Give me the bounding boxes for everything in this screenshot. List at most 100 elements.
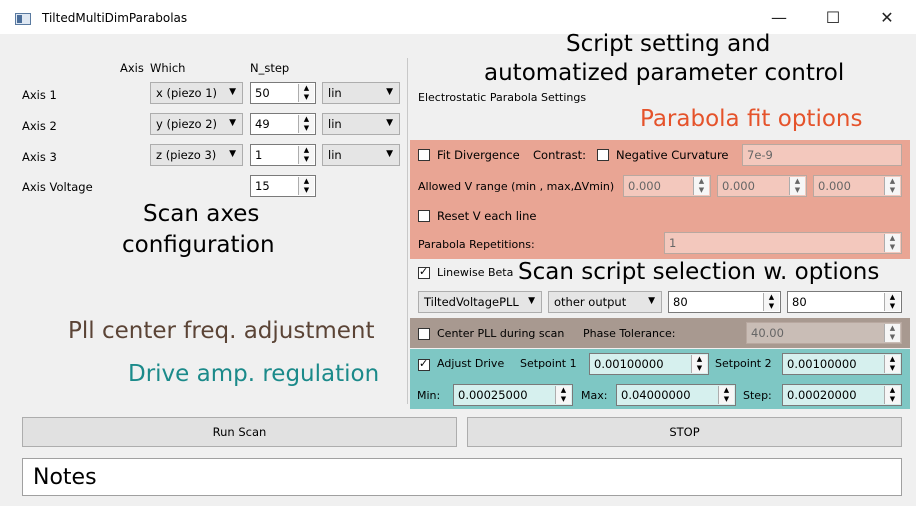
spin-arrows-icon[interactable]: ▲ ▼ bbox=[884, 234, 900, 252]
window-title: TiltedMultiDimParabolas bbox=[42, 11, 188, 25]
header-nstep: N_step bbox=[250, 61, 290, 75]
annotation-configuration: configuration bbox=[122, 232, 275, 258]
annotation-automatized: automatized parameter control bbox=[484, 60, 845, 86]
v-min-spinbox[interactable]: 0.000 ▲ ▼ bbox=[623, 175, 711, 197]
output-select[interactable]: other output ▼ bbox=[548, 291, 662, 313]
header-which: Which bbox=[150, 61, 186, 75]
negative-curvature-checkbox[interactable] bbox=[597, 148, 609, 161]
script-select-value: TiltedVoltagePLL bbox=[424, 295, 519, 309]
reset-v-checkbox[interactable] bbox=[418, 209, 430, 222]
chevron-down-icon: ▼ bbox=[386, 149, 393, 159]
contrast-label: Contrast: bbox=[533, 148, 587, 162]
setpoint-1-spinbox[interactable]: 0.00100000 ▲ ▼ bbox=[589, 353, 709, 375]
max-label: Max: bbox=[581, 389, 608, 402]
v-delta-value: 0.000 bbox=[818, 179, 851, 193]
spin-arrows-icon[interactable]: ▲ ▼ bbox=[789, 177, 805, 195]
spin-arrows-icon[interactable]: ▲ ▼ bbox=[763, 293, 779, 311]
axis-2-which-select[interactable]: y (piezo 2) ▼ bbox=[150, 113, 243, 135]
axis-3-nstep-spinbox[interactable]: 1 ▲ ▼ bbox=[250, 144, 316, 166]
output-select-value: other output bbox=[554, 295, 627, 309]
max-spinbox[interactable]: 0.04000000 ▲ ▼ bbox=[616, 384, 736, 406]
annotation-script-setting: Script setting and bbox=[566, 31, 771, 57]
axis-2-mode-value: lin bbox=[328, 117, 342, 131]
setpoint-2-label: Setpoint 2 bbox=[715, 357, 772, 370]
spin-arrows-icon[interactable]: ▲ ▼ bbox=[298, 84, 314, 102]
axis-3-which-value: z (piezo 3) bbox=[156, 148, 217, 162]
negative-curvature-label: Negative Curvature bbox=[616, 148, 729, 162]
run-scan-button[interactable]: Run Scan bbox=[22, 417, 457, 447]
spin-arrows-icon[interactable]: ▲ ▼ bbox=[718, 386, 734, 404]
script-select[interactable]: TiltedVoltagePLL ▼ bbox=[418, 291, 542, 313]
spin-arrows-icon[interactable]: ▲ ▼ bbox=[298, 115, 314, 133]
spin-arrows-icon[interactable]: ▲ ▼ bbox=[693, 177, 709, 195]
axis-1-mode-value: lin bbox=[328, 86, 342, 100]
stop-button[interactable]: STOP bbox=[467, 417, 902, 447]
spin-arrows-icon[interactable]: ▲ ▼ bbox=[884, 324, 900, 342]
phase-tolerance-label: Phase Tolerance: bbox=[583, 327, 676, 340]
chevron-down-icon: ▼ bbox=[386, 118, 393, 128]
v-max-spinbox[interactable]: 0.000 ▲ ▼ bbox=[717, 175, 807, 197]
curvature-input[interactable]: 7e-9 bbox=[742, 144, 902, 166]
adjust-drive-label: Adjust Drive bbox=[437, 357, 505, 370]
axis-2-mode-select[interactable]: lin ▼ bbox=[322, 113, 400, 135]
v-min-value: 0.000 bbox=[628, 179, 661, 193]
axis-voltage-spinbox[interactable]: 15 ▲ ▼ bbox=[250, 175, 316, 197]
fit-divergence-checkbox[interactable] bbox=[418, 148, 430, 161]
axis-2-label: Axis 2 bbox=[22, 119, 57, 133]
axis-2-nstep-spinbox[interactable]: 49 ▲ ▼ bbox=[250, 113, 316, 135]
chevron-down-icon: ▼ bbox=[648, 296, 655, 306]
parabola-reps-label: Parabola Repetitions: bbox=[418, 238, 535, 251]
chevron-down-icon: ▼ bbox=[229, 118, 236, 128]
axis-3-mode-select[interactable]: lin ▼ bbox=[322, 144, 400, 166]
minimize-button[interactable]: — bbox=[756, 0, 802, 34]
linewise-beta-checkbox[interactable] bbox=[418, 265, 430, 279]
parabola-reps-spinbox[interactable]: 1 ▲ ▼ bbox=[664, 232, 902, 254]
spin-arrows-icon[interactable]: ▲ ▼ bbox=[884, 177, 900, 195]
allowed-v-range-label: Allowed V range (min , max,ΔVmin) bbox=[418, 180, 615, 193]
center-pll-checkbox[interactable] bbox=[418, 327, 430, 340]
axis-3-label: Axis 3 bbox=[22, 150, 57, 164]
axis-3-which-select[interactable]: z (piezo 3) ▼ bbox=[150, 144, 243, 166]
notes-field[interactable]: Notes bbox=[22, 458, 902, 496]
chevron-down-icon: ▼ bbox=[386, 87, 393, 97]
v-max-value: 0.000 bbox=[722, 179, 755, 193]
step-label: Step: bbox=[743, 389, 772, 402]
close-button[interactable]: ✕ bbox=[864, 0, 910, 34]
axis-2-nstep-value: 49 bbox=[255, 117, 270, 131]
splitter-handle[interactable] bbox=[407, 58, 408, 404]
axis-1-which-value: x (piezo 1) bbox=[156, 86, 218, 100]
step-spinbox[interactable]: 0.00020000 ▲ ▼ bbox=[782, 384, 902, 406]
center-pll-label: Center PLL during scan bbox=[437, 327, 565, 340]
v-delta-spinbox[interactable]: 0.000 ▲ ▼ bbox=[813, 175, 902, 197]
spin-arrows-icon[interactable]: ▲ ▼ bbox=[884, 386, 900, 404]
min-spinbox[interactable]: 0.00025000 ▲ ▼ bbox=[453, 384, 573, 406]
setpoint-1-label: Setpoint 1 bbox=[520, 357, 577, 370]
setpoint-1-value: 0.00100000 bbox=[594, 357, 664, 371]
spin-arrows-icon[interactable]: ▲ ▼ bbox=[884, 355, 900, 373]
spin-arrows-icon[interactable]: ▲ ▼ bbox=[691, 355, 707, 373]
phase-tolerance-spinbox[interactable]: 40.00 ▲ ▼ bbox=[746, 322, 902, 344]
script-param-a-spinbox[interactable]: 80 ▲ ▼ bbox=[668, 291, 781, 313]
axis-3-mode-value: lin bbox=[328, 148, 342, 162]
axis-voltage-value: 15 bbox=[255, 179, 270, 193]
spin-arrows-icon[interactable]: ▲ ▼ bbox=[884, 293, 900, 311]
min-label: Min: bbox=[417, 389, 441, 402]
app-window-icon bbox=[15, 13, 31, 25]
adjust-drive-checkbox[interactable] bbox=[418, 357, 430, 371]
script-param-b-value: 80 bbox=[792, 295, 807, 309]
maximize-button[interactable]: ☐ bbox=[810, 0, 856, 34]
axis-1-which-select[interactable]: x (piezo 1) ▼ bbox=[150, 82, 243, 104]
curvature-value: 7e-9 bbox=[747, 148, 773, 162]
reset-v-label: Reset V each line bbox=[437, 209, 537, 223]
annotation-drive-amp: Drive amp. regulation bbox=[128, 361, 380, 387]
script-param-b-spinbox[interactable]: 80 ▲ ▼ bbox=[787, 291, 902, 313]
spin-arrows-icon[interactable]: ▲ ▼ bbox=[298, 177, 314, 195]
spin-arrows-icon[interactable]: ▲ ▼ bbox=[555, 386, 571, 404]
axis-1-label: Axis 1 bbox=[22, 88, 57, 102]
axis-1-nstep-spinbox[interactable]: 50 ▲ ▼ bbox=[250, 82, 316, 104]
header-axis: Axis bbox=[120, 61, 144, 75]
setpoint-2-spinbox[interactable]: 0.00100000 ▲ ▼ bbox=[782, 353, 902, 375]
spin-arrows-icon[interactable]: ▲ ▼ bbox=[298, 146, 314, 164]
axis-1-mode-select[interactable]: lin ▼ bbox=[322, 82, 400, 104]
annotation-pll-center: Pll center freq. adjustment bbox=[68, 318, 375, 344]
